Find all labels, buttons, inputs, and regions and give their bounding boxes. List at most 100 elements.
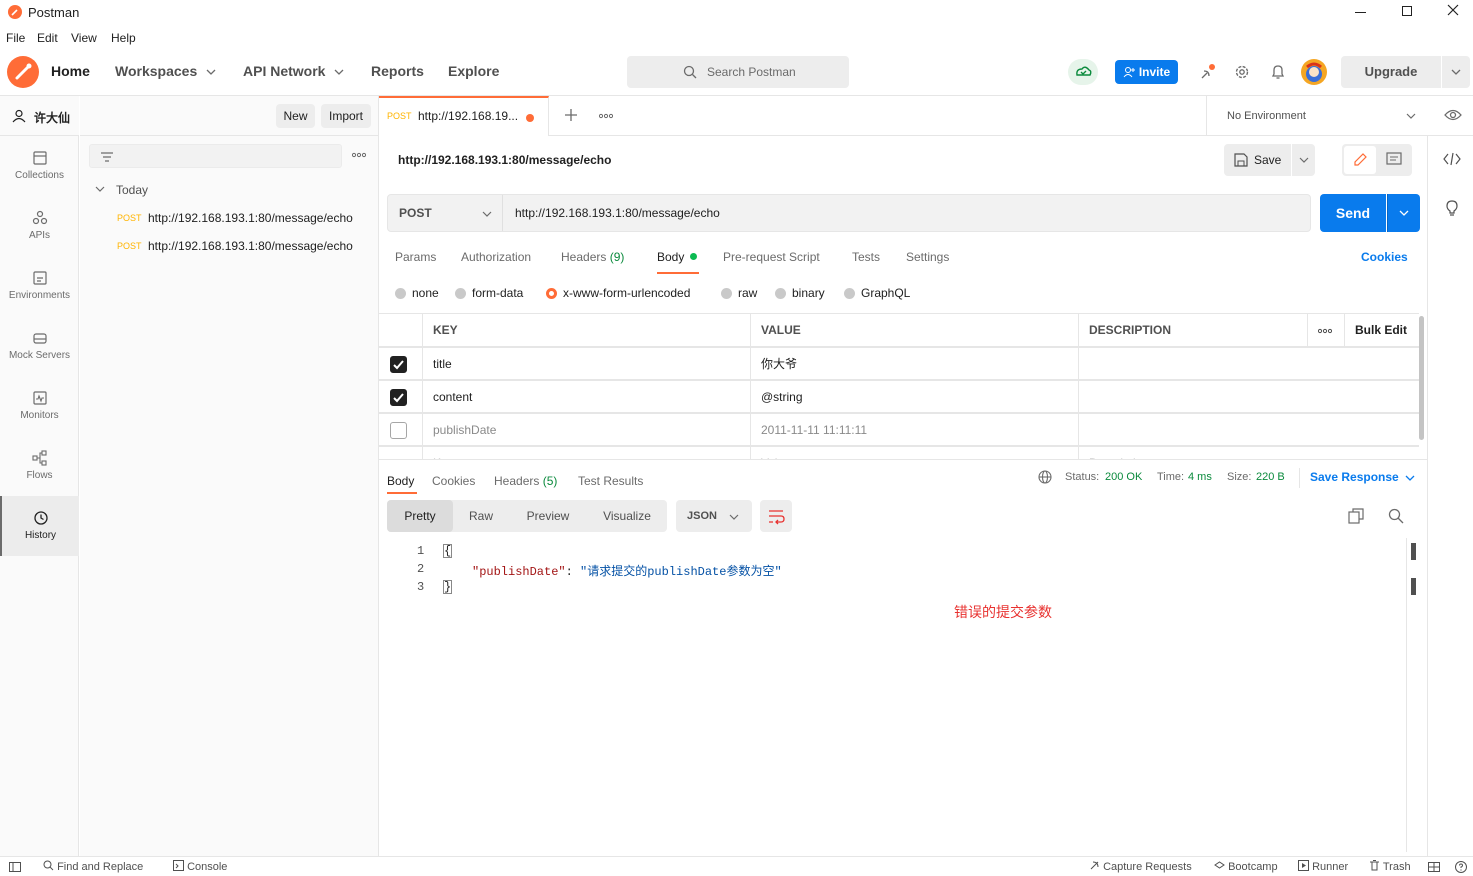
workspace-name[interactable]: 许大仙	[34, 109, 70, 126]
menu-help[interactable]: Help	[111, 31, 136, 45]
wrap-lines-icon[interactable]	[760, 500, 792, 532]
sync-cloud-icon[interactable]	[1068, 59, 1098, 85]
avatar[interactable]	[1301, 59, 1327, 85]
history-filter-input[interactable]	[89, 144, 342, 168]
save-button[interactable]: Save	[1224, 144, 1291, 176]
send-button[interactable]: Send	[1320, 194, 1386, 232]
nav-home[interactable]: Home	[51, 63, 90, 79]
sidebar-item-mock-servers[interactable]: Mock Servers	[0, 316, 79, 376]
postman-home-logo-icon[interactable]	[7, 56, 39, 88]
tab-authorization[interactable]: Authorization	[461, 250, 531, 264]
minimize-button[interactable]	[1355, 12, 1366, 13]
view-tab-pretty[interactable]: Pretty	[387, 500, 453, 532]
history-group-today[interactable]: Today	[116, 183, 148, 197]
row-checkbox[interactable]	[390, 422, 407, 439]
two-pane-view-icon[interactable]	[1428, 862, 1440, 872]
chevron-down-icon[interactable]	[95, 185, 105, 193]
value-cell[interactable]: @string	[751, 381, 1079, 414]
new-button[interactable]: New	[276, 104, 315, 128]
response-tab-cookies[interactable]: Cookies	[432, 474, 475, 488]
capture-requests-button[interactable]: Capture Requests	[1089, 860, 1192, 873]
environment-selector[interactable]: No Environment	[1206, 96, 1427, 136]
value-cell[interactable]: 2011-11-11 11:11:11	[751, 414, 1079, 447]
value-cell[interactable]: 你大爷	[751, 348, 1079, 381]
import-button[interactable]: Import	[321, 104, 371, 128]
request-tab[interactable]: POST http://192.168.19...	[379, 96, 549, 136]
save-response-button[interactable]: Save Response	[1310, 470, 1399, 484]
more-options-icon[interactable]	[352, 152, 366, 158]
menu-file[interactable]: File	[6, 31, 25, 45]
edit-pencil-icon[interactable]	[1344, 146, 1376, 174]
key-cell[interactable]: publishDate	[423, 414, 751, 447]
chevron-down-icon[interactable]	[1405, 474, 1415, 482]
radio-none[interactable]: none	[395, 286, 439, 300]
sidebar-item-flows[interactable]: Flows	[0, 436, 79, 496]
toggle-sidebar-icon[interactable]	[9, 862, 21, 872]
maximize-button[interactable]	[1402, 6, 1412, 16]
key-cell[interactable]: content	[423, 381, 751, 414]
search-response-icon[interactable]	[1388, 508, 1404, 524]
tab-params[interactable]: Params	[395, 250, 436, 264]
nav-workspaces[interactable]: Workspaces	[115, 63, 197, 79]
satellite-icon[interactable]	[1199, 63, 1217, 81]
radio-x-www-form-urlencoded[interactable]: x-www-form-urlencoded	[546, 286, 690, 300]
history-item[interactable]: POST http://192.168.193.1:80/message/ech…	[80, 234, 379, 260]
key-cell[interactable]: title	[423, 348, 751, 381]
search-input[interactable]: Search Postman	[627, 56, 849, 88]
description-cell[interactable]	[1079, 381, 1419, 414]
nav-api-network[interactable]: API Network	[243, 63, 325, 79]
value-placeholder[interactable]: Value	[751, 447, 1079, 459]
tab-tests[interactable]: Tests	[852, 250, 880, 264]
more-tabs-icon[interactable]	[599, 113, 613, 119]
history-item[interactable]: POST http://192.168.193.1:80/message/ech…	[80, 206, 379, 232]
radio-form-data[interactable]: form-data	[455, 286, 523, 300]
radio-raw[interactable]: raw	[721, 286, 757, 300]
tab-body[interactable]: Body	[657, 250, 697, 264]
view-tab-raw[interactable]: Raw	[453, 500, 509, 532]
table-scrollbar[interactable]	[1419, 316, 1424, 440]
upgrade-button[interactable]: Upgrade	[1341, 56, 1441, 88]
tab-headers[interactable]: Headers (9)	[561, 250, 624, 264]
help-icon[interactable]	[1455, 861, 1467, 873]
tab-settings[interactable]: Settings	[906, 250, 949, 264]
sidebar-item-history[interactable]: History	[0, 496, 79, 556]
new-tab-plus-icon[interactable]	[564, 108, 578, 122]
row-checkbox[interactable]	[390, 356, 407, 373]
send-dropdown-button[interactable]	[1387, 194, 1420, 232]
key-placeholder[interactable]: Key	[423, 447, 751, 459]
documentation-comment-icon[interactable]	[1378, 146, 1410, 174]
format-select[interactable]: JSON	[676, 500, 752, 532]
cookies-link[interactable]: Cookies	[1361, 250, 1408, 264]
upgrade-dropdown-button[interactable]	[1442, 56, 1470, 88]
trash-button[interactable]: Trash	[1369, 860, 1411, 873]
nav-explore[interactable]: Explore	[448, 63, 499, 79]
description-placeholder[interactable]: Description	[1079, 447, 1419, 459]
console-button[interactable]: Console	[173, 860, 227, 873]
bell-icon[interactable]	[1271, 64, 1285, 80]
bulk-edit-button[interactable]: Bulk Edit	[1345, 314, 1419, 347]
view-tab-visualize[interactable]: Visualize	[587, 500, 667, 532]
copy-icon[interactable]	[1348, 508, 1364, 524]
request-name[interactable]: http://192.168.193.1:80/message/echo	[398, 153, 611, 167]
invite-button[interactable]: Invite	[1115, 60, 1178, 84]
method-select[interactable]: POST	[388, 195, 503, 231]
settings-gear-icon[interactable]	[1234, 64, 1250, 80]
close-window-button[interactable]	[1447, 4, 1459, 16]
lightbulb-icon[interactable]	[1444, 199, 1460, 217]
menu-view[interactable]: View	[71, 31, 97, 45]
sidebar-item-apis[interactable]: APIs	[0, 196, 79, 256]
radio-binary[interactable]: binary	[775, 286, 825, 300]
row-checkbox[interactable]	[390, 389, 407, 406]
url-input[interactable]: http://192.168.193.1:80/message/echo	[515, 206, 720, 220]
table-more-options-icon[interactable]	[1308, 314, 1345, 347]
bootcamp-button[interactable]: Bootcamp	[1214, 860, 1278, 873]
view-tab-preview[interactable]: Preview	[509, 500, 587, 532]
description-cell[interactable]	[1079, 348, 1419, 381]
code-snippet-icon[interactable]	[1443, 152, 1461, 166]
response-tab-headers[interactable]: Headers (5)	[494, 474, 557, 488]
description-cell[interactable]	[1079, 414, 1419, 447]
tab-pre-request-script[interactable]: Pre-request Script	[723, 250, 820, 264]
sidebar-item-environments[interactable]: Environments	[0, 256, 79, 316]
environment-quick-look-eye-icon[interactable]	[1444, 108, 1462, 122]
save-dropdown-button[interactable]	[1292, 144, 1315, 176]
